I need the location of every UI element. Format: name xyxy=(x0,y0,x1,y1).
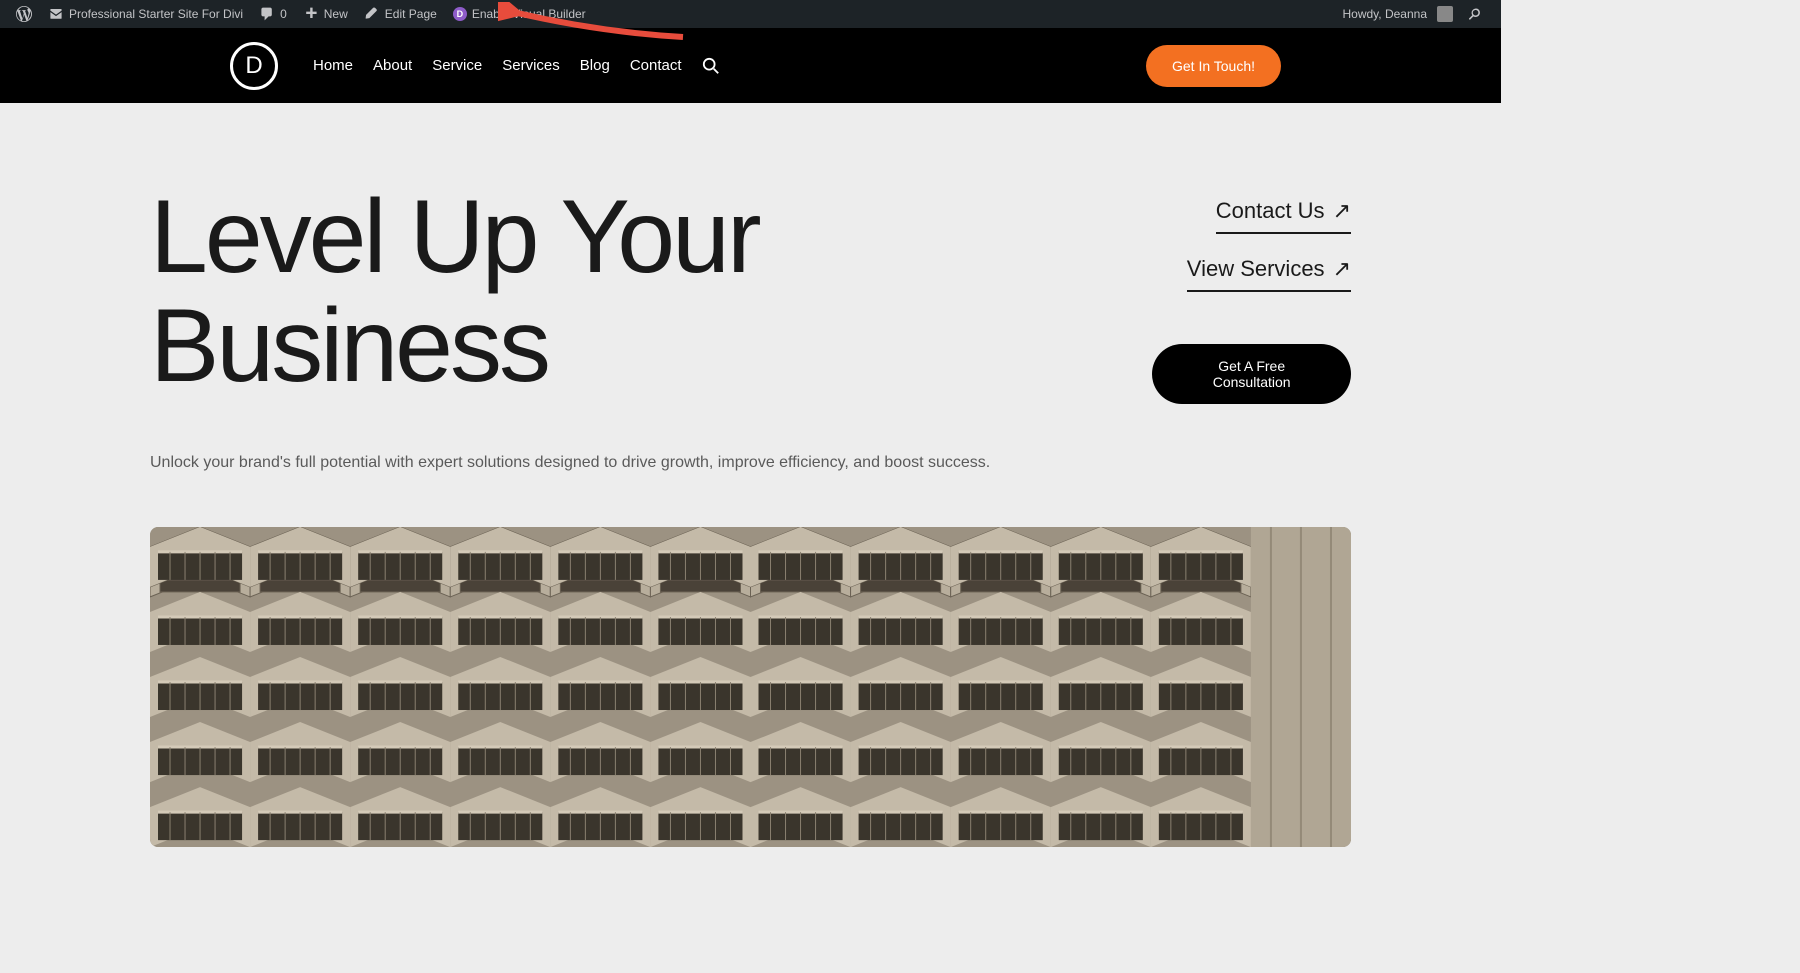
search-icon xyxy=(1469,6,1485,22)
edit-page-label: Edit Page xyxy=(385,7,437,21)
site-logo[interactable]: D xyxy=(230,42,278,90)
hero-subtext: Unlock your brand's full potential with … xyxy=(150,454,1351,472)
view-services-link[interactable]: View Services ↗ xyxy=(1187,256,1351,292)
get-in-touch-button[interactable]: Get In Touch! xyxy=(1146,45,1281,87)
wp-logo-menu[interactable] xyxy=(8,0,40,28)
user-avatar-icon xyxy=(1437,6,1453,22)
nav-about[interactable]: About xyxy=(373,57,412,74)
plus-icon xyxy=(303,6,319,22)
cta-link-label: View Services xyxy=(1187,256,1325,282)
hero-cta-column: Contact Us ↗ View Services ↗ Get A Free … xyxy=(1152,183,1351,404)
arrow-up-right-icon: ↗ xyxy=(1333,256,1351,282)
nav-home[interactable]: Home xyxy=(313,57,353,74)
nav-blog[interactable]: Blog xyxy=(580,57,610,74)
hero-section: Level Up Your Business Contact Us ↗ View… xyxy=(0,103,1501,847)
edit-page-menu[interactable]: Edit Page xyxy=(356,0,445,28)
enable-visual-builder[interactable]: D Enable Visual Builder xyxy=(445,0,594,28)
consultation-button[interactable]: Get A Free Consultation xyxy=(1152,344,1351,404)
logo-letter: D xyxy=(245,52,262,80)
comments-count: 0 xyxy=(280,7,287,21)
nav-contact[interactable]: Contact xyxy=(630,57,682,74)
hero-top-row: Level Up Your Business Contact Us ↗ View… xyxy=(150,183,1351,404)
comments-menu[interactable]: 0 xyxy=(251,0,295,28)
nav-search-icon[interactable] xyxy=(702,57,720,75)
dashboard-icon xyxy=(48,6,64,22)
new-label: New xyxy=(324,7,348,21)
nav-service[interactable]: Service xyxy=(432,57,482,74)
header-left: D Home About Service Services Blog Conta… xyxy=(230,42,720,90)
wordpress-icon xyxy=(16,6,32,22)
main-navigation: Home About Service Services Blog Contact xyxy=(313,57,720,75)
user-account-menu[interactable]: Howdy, Deanna xyxy=(1335,0,1462,28)
cta-link-label: Contact Us xyxy=(1216,198,1325,224)
site-header: D Home About Service Services Blog Conta… xyxy=(0,28,1501,103)
admin-bar-right: Howdy, Deanna xyxy=(1335,0,1494,28)
comment-icon xyxy=(259,6,275,22)
hero-image xyxy=(150,527,1351,847)
arrow-up-right-icon: ↗ xyxy=(1333,198,1351,224)
divi-icon: D xyxy=(453,7,467,21)
wp-admin-bar: Professional Starter Site For Divi 0 New… xyxy=(0,0,1501,28)
enable-vb-label: Enable Visual Builder xyxy=(472,7,586,21)
site-title-label: Professional Starter Site For Divi xyxy=(69,7,243,21)
howdy-text: Howdy, Deanna xyxy=(1343,7,1428,21)
contact-us-link[interactable]: Contact Us ↗ xyxy=(1216,198,1351,234)
nav-services[interactable]: Services xyxy=(502,57,560,74)
hero-heading: Level Up Your Business xyxy=(150,183,1152,404)
admin-bar-left: Professional Starter Site For Divi 0 New… xyxy=(8,0,594,28)
pencil-icon xyxy=(364,6,380,22)
site-name-menu[interactable]: Professional Starter Site For Divi xyxy=(40,0,251,28)
new-content-menu[interactable]: New xyxy=(295,0,356,28)
admin-search[interactable] xyxy=(1461,0,1493,28)
